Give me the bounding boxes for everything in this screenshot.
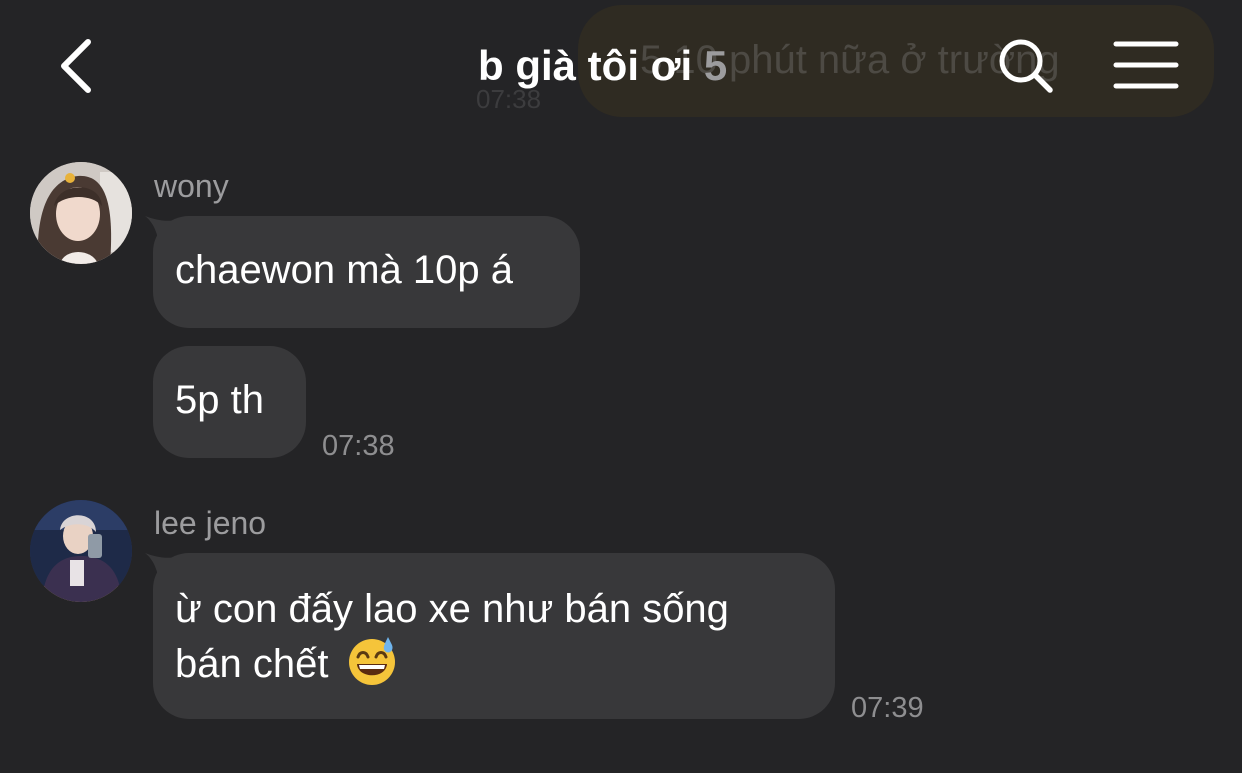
message-bubble[interactable]: ừ con đấy lao xe như bán sống bán chết xyxy=(145,553,835,719)
bubble-tail xyxy=(145,216,175,250)
message-text-line: ừ con đấy lao xe như bán sống xyxy=(175,587,729,631)
message-text: chaewon mà 10p á xyxy=(175,248,514,292)
chat-title: b già tôi ơi 5 xyxy=(478,42,727,90)
search-button[interactable] xyxy=(996,36,1056,96)
message-time: 07:38 xyxy=(322,430,395,462)
profile-photo xyxy=(30,162,132,264)
message-text: 5p th xyxy=(175,378,264,422)
message-bubble[interactable]: chaewon mà 10p á xyxy=(145,216,580,328)
message-bubble[interactable]: 5p th xyxy=(153,346,306,458)
search-icon xyxy=(999,39,1053,93)
hamburger-menu-icon xyxy=(1113,41,1179,89)
member-count: 5 xyxy=(703,42,728,89)
sender-name: lee jeno xyxy=(154,505,267,541)
bubble-tail xyxy=(145,553,175,587)
avatar[interactable] xyxy=(30,162,132,264)
chat-name: b già tôi ơi xyxy=(478,42,693,89)
back-button[interactable] xyxy=(52,34,108,98)
avatar[interactable] xyxy=(30,500,132,602)
menu-button[interactable] xyxy=(1112,38,1180,92)
chevron-left-icon xyxy=(61,39,91,93)
chat-screen: 5 10 phút nữa ở trường 07:38 b già tôi ơ… xyxy=(0,0,1242,773)
grinning-sweat-emoji xyxy=(348,637,395,685)
message-time: 07:39 xyxy=(851,692,924,724)
profile-photo xyxy=(30,500,132,602)
message-text: bán chết xyxy=(175,642,329,686)
message-text-line: bán chết xyxy=(175,635,813,690)
sender-name: wony xyxy=(154,168,229,204)
